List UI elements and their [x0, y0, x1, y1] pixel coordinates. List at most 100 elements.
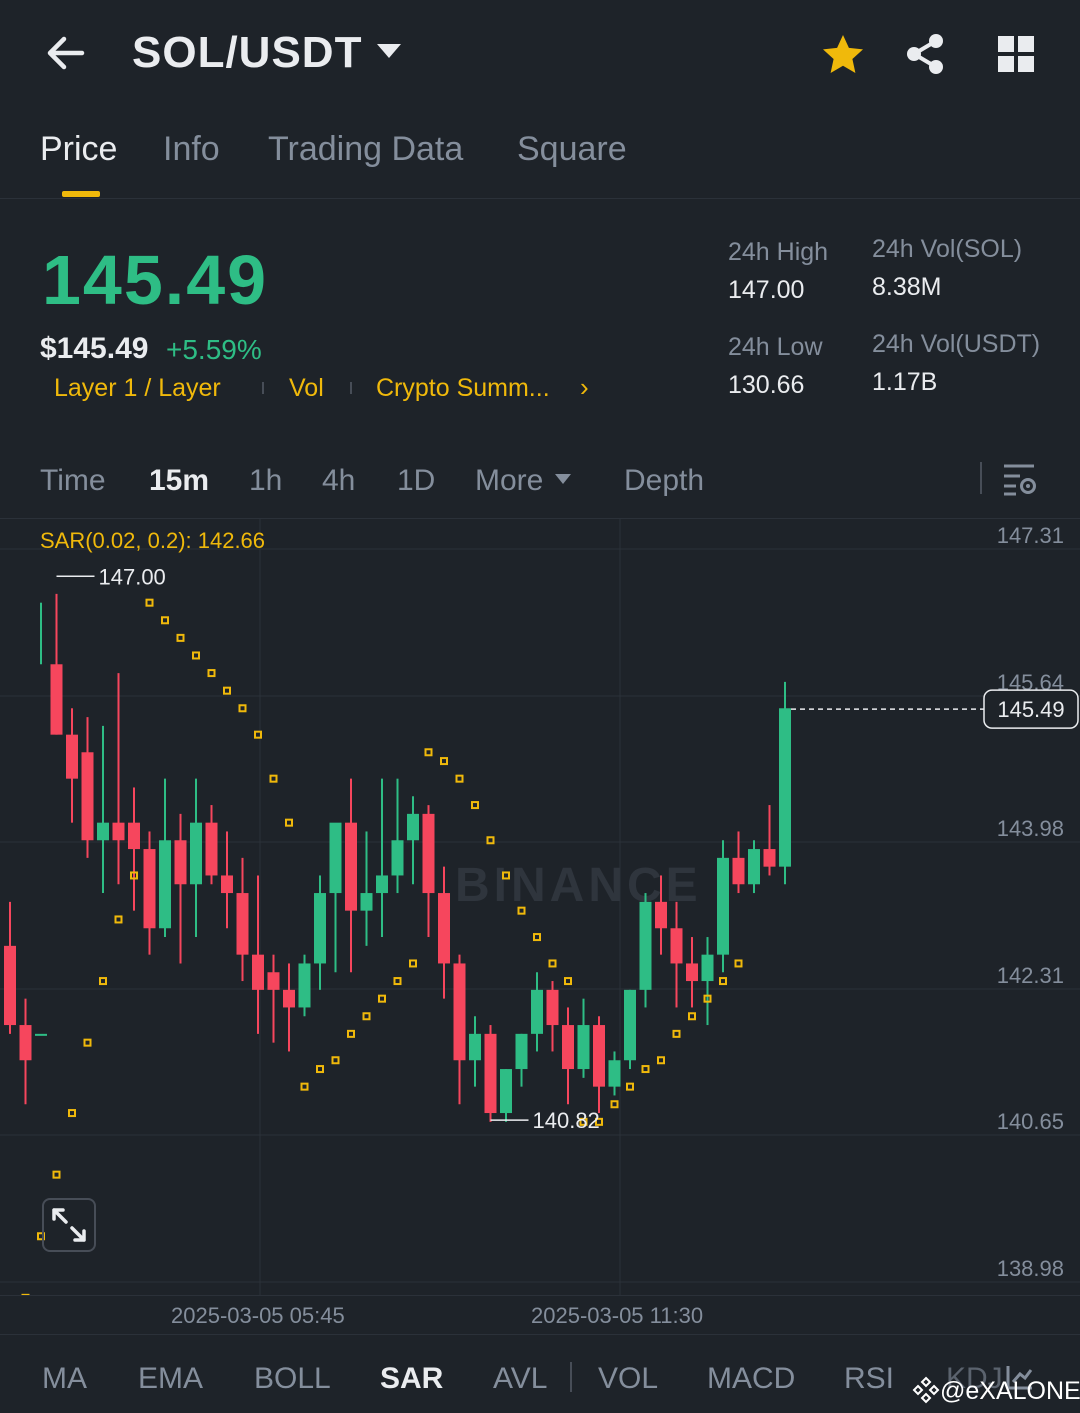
indicator-vol[interactable]: VOL — [598, 1362, 658, 1396]
tf-4h[interactable]: 4h — [322, 464, 355, 498]
sar-dot — [548, 959, 557, 968]
tab-divider — [0, 198, 1080, 199]
candle-body — [484, 1033, 497, 1114]
candle-body — [391, 840, 404, 876]
vol-usdt-label: 24h Vol(USDT) — [872, 330, 1041, 358]
candle-body — [205, 822, 218, 876]
tab-price[interactable]: Price — [40, 130, 117, 169]
indicator-macd[interactable]: MACD — [707, 1362, 795, 1396]
candle-body — [267, 972, 280, 990]
candle-body — [314, 893, 326, 964]
sar-dot — [223, 686, 231, 695]
indicator-avl[interactable]: AVL — [493, 1362, 547, 1396]
candle-body — [298, 963, 311, 1008]
chart-settings-icon[interactable] — [1000, 462, 1038, 498]
candle-body — [97, 822, 109, 841]
candle-body — [190, 822, 202, 885]
x-axis-line — [0, 1295, 1080, 1296]
indicator-rsi[interactable]: RSI — [844, 1362, 894, 1396]
tf-1d[interactable]: 1D — [397, 464, 435, 498]
candle-body — [50, 664, 63, 735]
candle-body — [469, 1033, 481, 1061]
fullscreen-button[interactable] — [42, 1198, 96, 1252]
indicator-sar[interactable]: SAR — [380, 1362, 443, 1396]
indicator-ema[interactable]: EMA — [138, 1362, 203, 1396]
tf-time[interactable]: Time — [40, 464, 106, 498]
candle-body — [283, 989, 295, 1008]
y-tick-label: 140.65 — [997, 1109, 1064, 1134]
grid-menu-icon[interactable] — [996, 34, 1036, 74]
low-label: 24h Low — [728, 333, 823, 361]
share-icon[interactable] — [902, 31, 948, 77]
candle-body — [376, 875, 388, 894]
candle-body — [438, 893, 450, 964]
tf-15m[interactable]: 15m — [149, 464, 209, 498]
tf-1h[interactable]: 1h — [249, 464, 282, 498]
indicator-separator — [570, 1362, 572, 1392]
tag-vol[interactable]: Vol — [289, 374, 324, 403]
candle-body — [531, 989, 543, 1034]
sar-dot — [362, 1012, 371, 1021]
sar-dot — [145, 598, 154, 607]
chevron-right-icon[interactable]: › — [580, 372, 589, 403]
sar-dot — [347, 1029, 355, 1038]
candle-body — [360, 893, 373, 911]
sar-dot — [83, 1038, 92, 1047]
favorite-star-icon[interactable] — [820, 32, 866, 78]
last-price-tag-label: 145.49 — [997, 697, 1064, 722]
high-value: 147.00 — [728, 276, 805, 304]
tag-layer[interactable]: Layer 1 / Layer — [54, 374, 221, 403]
x-tick-label: 2025-03-05 05:45 — [171, 1303, 345, 1328]
candle-body — [4, 945, 16, 1026]
candle-body — [500, 1069, 512, 1114]
sar-dot — [486, 836, 495, 845]
candle-body — [701, 954, 714, 982]
sar-dot — [533, 933, 541, 942]
indicator-ma[interactable]: MA — [42, 1362, 87, 1396]
tag-separator — [350, 382, 352, 394]
y-tick-label: 142.31 — [997, 963, 1064, 988]
tf-more[interactable]: More — [475, 464, 543, 498]
sar-dot — [641, 1065, 650, 1074]
tf-depth[interactable]: Depth — [624, 464, 704, 498]
candle-body — [686, 963, 698, 982]
tab-square[interactable]: Square — [517, 130, 627, 169]
candle-body — [174, 840, 187, 885]
watermark-username: @eXALONE — [940, 1377, 1080, 1405]
tag-crypto-summary[interactable]: Crypto Summ... — [376, 374, 550, 403]
candlestick-chart[interactable]: BINANCE 147.31145.64143.98142.31140.6513… — [0, 519, 1080, 1295]
candle-body — [562, 1025, 574, 1070]
tab-info[interactable]: Info — [163, 130, 220, 169]
pair-title[interactable]: SOL/USDT — [132, 28, 362, 78]
back-arrow-icon[interactable] — [42, 30, 88, 76]
pair-dropdown-icon[interactable] — [377, 44, 401, 58]
tab-trading-data[interactable]: Trading Data — [268, 130, 463, 169]
candle-body — [748, 849, 760, 885]
sar-dot — [393, 977, 402, 986]
candle-body — [763, 849, 776, 867]
sar-dot — [300, 1082, 309, 1091]
high-label: 24h High — [728, 238, 829, 266]
low-marker-label: 140.82 — [533, 1108, 600, 1133]
candle-body — [221, 875, 233, 894]
candle-body — [345, 822, 357, 911]
candle-body — [329, 822, 342, 894]
sar-dot — [254, 730, 262, 739]
vol-sol-label: 24h Vol(SOL) — [872, 235, 1023, 263]
candle-body — [655, 901, 667, 929]
timeframe-separator — [980, 462, 982, 494]
candle-body — [159, 840, 171, 929]
high-marker-label: 147.00 — [99, 564, 166, 589]
y-tick-label: 143.98 — [997, 816, 1064, 841]
candle-body — [515, 1033, 528, 1070]
change-percent: +5.59% — [166, 334, 262, 365]
candle-body — [112, 822, 125, 841]
more-caret-icon[interactable] — [555, 474, 571, 484]
indicator-boll[interactable]: BOLL — [254, 1362, 331, 1396]
y-tick-label: 138.98 — [997, 1256, 1064, 1281]
candle-body — [407, 813, 419, 841]
sar-dot — [269, 774, 278, 783]
sar-dot — [564, 977, 572, 986]
candle-body — [128, 822, 140, 850]
sar-dot — [440, 757, 448, 766]
